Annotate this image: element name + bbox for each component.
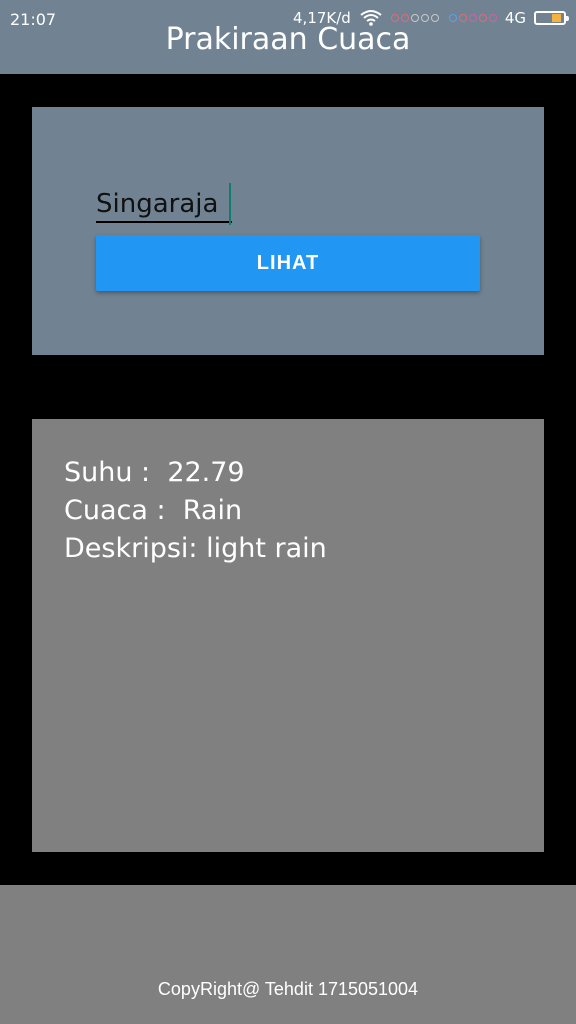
search-card: LIHAT — [32, 107, 544, 355]
signal-dots-icon — [390, 14, 497, 22]
text-cursor — [229, 183, 231, 225]
description-text: Deskripsi: light rain — [64, 533, 327, 564]
condition-text: Cuaca : Rain — [64, 495, 243, 526]
weather-result-card: Suhu : 22.79 Cuaca : Rain Deskripsi: lig… — [32, 419, 544, 852]
app-bar: 21:07 4,17K/d 4G Prakiraan Cuaca — [0, 0, 576, 74]
app-title: Prakiraan Cuaca — [165, 22, 411, 57]
temperature-text: Suhu : 22.79 — [64, 457, 245, 488]
lihat-button[interactable]: LIHAT — [96, 235, 480, 291]
footer: CopyRight@ Tehdit 1715051004 — [0, 885, 576, 1024]
city-input[interactable] — [96, 187, 232, 223]
copyright-text: CopyRight@ Tehdit 1715051004 — [157, 979, 419, 999]
